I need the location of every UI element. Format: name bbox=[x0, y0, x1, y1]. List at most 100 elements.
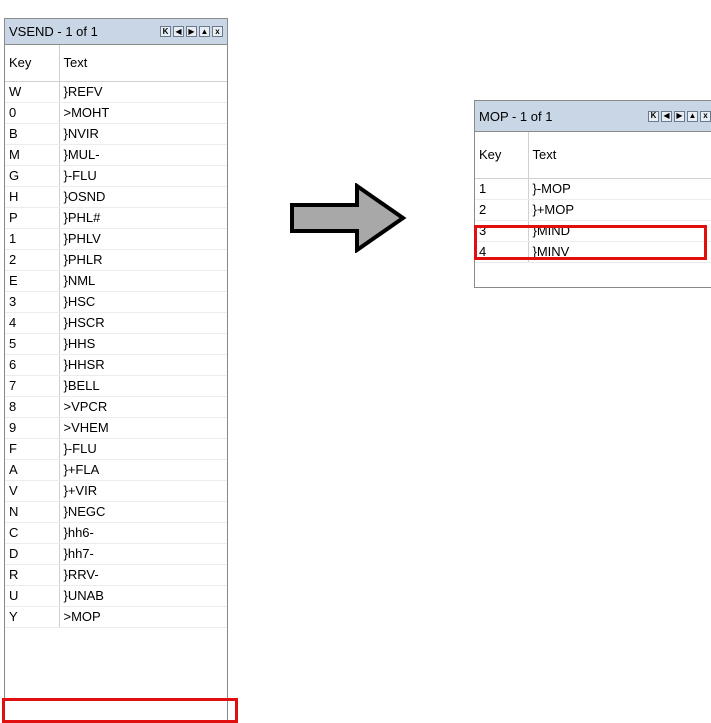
row-key: W bbox=[5, 81, 60, 103]
row-key: 6 bbox=[5, 354, 60, 376]
previous-record-icon[interactable]: ◀ bbox=[173, 26, 184, 37]
row-key: 3 bbox=[475, 220, 529, 242]
previous-record-icon[interactable]: ◀ bbox=[661, 110, 672, 122]
row-text: }hh6- bbox=[59, 522, 227, 544]
row-text: }MUL- bbox=[59, 144, 227, 166]
table-row[interactable]: 1}-MOP bbox=[475, 178, 711, 200]
row-key: F bbox=[5, 438, 60, 460]
table-row[interactable]: 4}HSCR bbox=[5, 312, 227, 334]
row-key: 2 bbox=[475, 199, 529, 221]
row-text: }+FLA bbox=[59, 459, 227, 481]
row-text: }NEGC bbox=[59, 501, 227, 523]
table-row[interactable]: P}PHL# bbox=[5, 207, 227, 229]
table-row[interactable]: D}hh7- bbox=[5, 543, 227, 565]
row-text: }PHL# bbox=[59, 207, 227, 229]
table-row[interactable]: 8 >VPCR bbox=[5, 396, 227, 418]
row-text: }+VIR bbox=[59, 480, 227, 502]
vsend-title: VSEND - 1 of 1 bbox=[9, 24, 98, 39]
row-text: }MIND bbox=[528, 220, 711, 242]
vsend-titlebar: VSEND - 1 of 1 K ◀ ▶ ▲ x bbox=[5, 19, 227, 45]
table-row[interactable]: 1}PHLV bbox=[5, 228, 227, 250]
vsend-panel: VSEND - 1 of 1 K ◀ ▶ ▲ x Key Text W}REFV… bbox=[4, 18, 228, 723]
row-text: }-FLU bbox=[59, 165, 227, 187]
text-column-header[interactable]: Text bbox=[59, 45, 227, 82]
table-row[interactable]: W}REFV bbox=[5, 81, 227, 103]
row-key: M bbox=[5, 144, 60, 166]
row-text: }BELL bbox=[59, 375, 227, 397]
table-row[interactable]: 0 >MOHT bbox=[5, 102, 227, 124]
text-column-header[interactable]: Text bbox=[528, 132, 711, 179]
table-row[interactable]: V}+VIR bbox=[5, 480, 227, 502]
table-row[interactable]: F}-FLU bbox=[5, 438, 227, 460]
next-record-icon[interactable]: ▶ bbox=[186, 26, 197, 37]
mop-rows: 1}-MOP 2}+MOP 3}MIND 4}MINV bbox=[475, 178, 711, 263]
row-text: >MOP bbox=[59, 606, 227, 628]
table-row[interactable]: 4}MINV bbox=[475, 241, 711, 263]
table-row[interactable]: 6}HHSR bbox=[5, 354, 227, 376]
row-key: A bbox=[5, 459, 60, 481]
row-key: 4 bbox=[475, 241, 529, 263]
row-key: Y bbox=[5, 606, 60, 628]
row-text: }NML bbox=[59, 270, 227, 292]
vsend-rows: W}REFV 0 >MOHT B}NVIR M}MUL- G}-FLU H}OSND P}PH… bbox=[5, 81, 227, 628]
collapse-icon[interactable]: ▲ bbox=[199, 26, 210, 37]
row-text: }UNAB bbox=[59, 585, 227, 607]
row-key: 9 bbox=[5, 417, 60, 439]
row-key: 3 bbox=[5, 291, 60, 313]
table-row[interactable]: 5}HHS bbox=[5, 333, 227, 355]
row-text: >MOHT bbox=[59, 102, 227, 124]
table-row[interactable]: N}NEGC bbox=[5, 501, 227, 523]
row-key: V bbox=[5, 480, 60, 502]
row-text: }-FLU bbox=[59, 438, 227, 460]
table-row[interactable]: G}-FLU bbox=[5, 165, 227, 187]
row-text: }-MOP bbox=[528, 178, 711, 200]
row-text: }OSND bbox=[59, 186, 227, 208]
vsend-header-row: Key Text bbox=[5, 45, 227, 82]
collapse-icon[interactable]: ▲ bbox=[687, 110, 698, 122]
table-row[interactable]: C}hh6- bbox=[5, 522, 227, 544]
vsend-nav-buttons: K ◀ ▶ ▲ x bbox=[158, 26, 223, 37]
table-row[interactable]: Y >MOP bbox=[5, 606, 227, 628]
row-key: B bbox=[5, 123, 60, 145]
close-icon[interactable]: x bbox=[212, 26, 223, 37]
row-key: 0 bbox=[5, 102, 60, 124]
row-text: }PHLR bbox=[59, 249, 227, 271]
table-row[interactable]: A}+FLA bbox=[5, 459, 227, 481]
table-row[interactable]: 2}+MOP bbox=[475, 199, 711, 221]
mop-titlebar: MOP - 1 of 1 K ◀ ▶ ▲ x bbox=[475, 101, 711, 132]
row-key: 1 bbox=[5, 228, 60, 250]
row-text: }MINV bbox=[528, 241, 711, 263]
right-arrow-icon bbox=[290, 183, 407, 253]
mop-header-row: Key Text bbox=[475, 132, 711, 179]
row-text: }REFV bbox=[59, 81, 227, 103]
row-text: }HHSR bbox=[59, 354, 227, 376]
key-column-header[interactable]: Key bbox=[475, 132, 529, 179]
row-key: P bbox=[5, 207, 60, 229]
table-row[interactable]: E}NML bbox=[5, 270, 227, 292]
close-icon[interactable]: x bbox=[700, 110, 711, 122]
key-column-header[interactable]: Key bbox=[5, 45, 60, 82]
table-row[interactable]: 3}MIND bbox=[475, 220, 711, 242]
table-row[interactable]: 3}HSC bbox=[5, 291, 227, 313]
table-row[interactable]: 2}PHLR bbox=[5, 249, 227, 271]
row-key: N bbox=[5, 501, 60, 523]
row-key: 5 bbox=[5, 333, 60, 355]
vsend-grid: Key Text W}REFV 0 >MOHT B}NVIR M}MUL- G}-FLU H… bbox=[5, 45, 227, 722]
table-row[interactable]: 7}BELL bbox=[5, 375, 227, 397]
row-key: 4 bbox=[5, 312, 60, 334]
row-text: }RRV- bbox=[59, 564, 227, 586]
table-row[interactable]: M}MUL- bbox=[5, 144, 227, 166]
mop-panel: MOP - 1 of 1 K ◀ ▶ ▲ x Key Text 1}-MOP 2}… bbox=[474, 100, 711, 288]
table-row[interactable]: R}RRV- bbox=[5, 564, 227, 586]
first-record-icon[interactable]: K bbox=[648, 110, 659, 122]
table-row[interactable]: B}NVIR bbox=[5, 123, 227, 145]
row-text: }hh7- bbox=[59, 543, 227, 565]
table-row[interactable]: H}OSND bbox=[5, 186, 227, 208]
table-row[interactable]: U}UNAB bbox=[5, 585, 227, 607]
next-record-icon[interactable]: ▶ bbox=[674, 110, 685, 122]
mop-nav-buttons: K ◀ ▶ ▲ x bbox=[646, 110, 711, 122]
table-row[interactable]: 9 >VHEM bbox=[5, 417, 227, 439]
row-key: H bbox=[5, 186, 60, 208]
row-key: C bbox=[5, 522, 60, 544]
first-record-icon[interactable]: K bbox=[160, 26, 171, 37]
